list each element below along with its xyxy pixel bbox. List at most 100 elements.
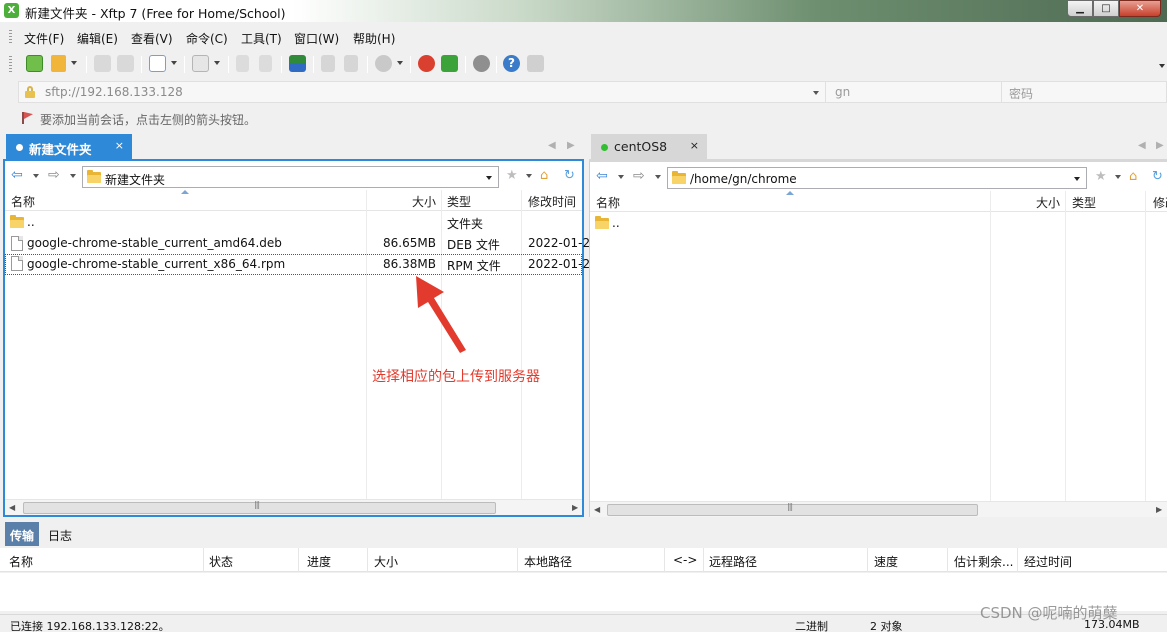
column-modified[interactable]: 修改 [1153, 194, 1167, 211]
tab-scroll-left-icon[interactable]: ◀ [548, 140, 556, 151]
column-type[interactable]: 类型 [1072, 194, 1096, 211]
new-window-icon[interactable] [149, 55, 166, 72]
column-local-path[interactable]: 本地路径 [524, 553, 572, 570]
maximize-button[interactable]: □ [1093, 0, 1119, 17]
transfer-icon[interactable] [289, 55, 306, 72]
column-speed[interactable]: 速度 [874, 553, 898, 570]
play-dropdown-caret[interactable] [214, 61, 220, 65]
tab-remote[interactable]: centOS8 × [591, 134, 707, 159]
menu-grip[interactable] [9, 30, 12, 45]
flag-icon[interactable] [22, 112, 33, 124]
column-name[interactable]: 名称 [11, 193, 35, 210]
record-dropdown-caret[interactable] [397, 61, 403, 65]
scroll-left-icon[interactable]: ◀ [594, 505, 600, 514]
gear-icon[interactable] [473, 55, 490, 72]
home-icon[interactable]: ⌂ [1129, 170, 1137, 184]
local-path-input[interactable]: 新建文件夹 [82, 166, 499, 188]
column-transfer-size[interactable]: 大小 [374, 553, 398, 570]
remote-horizontal-scrollbar[interactable]: ◀ ||| ▶ [590, 501, 1167, 517]
column-elapsed[interactable]: 经过时间 [1024, 553, 1072, 570]
tab-scroll-right-icon[interactable]: ▶ [1156, 140, 1164, 151]
home-icon[interactable]: ⌂ [540, 169, 548, 183]
path-dropdown-caret[interactable] [1074, 177, 1080, 181]
column-remote-path[interactable]: 远程路径 [709, 553, 757, 570]
menu-command[interactable]: 命令(C) [186, 30, 228, 47]
help-icon[interactable]: ? [503, 55, 520, 72]
local-horizontal-scrollbar[interactable]: ◀ ||| ▶ [5, 499, 582, 515]
scroll-right-icon[interactable]: ▶ [1156, 505, 1162, 514]
column-direction[interactable]: <-> [673, 553, 697, 567]
menu-window[interactable]: 窗口(W) [294, 30, 339, 47]
column-size[interactable]: 大小 [412, 193, 436, 210]
column-transfer-name[interactable]: 名称 [9, 553, 33, 570]
unlink-icon[interactable] [117, 55, 134, 72]
username-input[interactable]: gn [835, 85, 850, 99]
xshell-icon[interactable] [418, 55, 435, 72]
xftp-icon[interactable] [441, 55, 458, 72]
minimize-button[interactable]: ▁ [1067, 0, 1093, 17]
star-icon[interactable]: ★ [506, 169, 518, 183]
file-row-parent[interactable]: .. 文件夹 [5, 212, 582, 233]
toolbar-grip[interactable] [9, 56, 12, 73]
file-row-selected[interactable]: google-chrome-stable_current_x86_64.rpm … [5, 254, 590, 275]
address-input[interactable]: sftp://192.168.133.128 [45, 85, 183, 99]
back-arrow-icon[interactable]: ⇦ [11, 167, 23, 183]
status-objects: 2 对象 [870, 620, 903, 632]
tab-scroll-left-icon[interactable]: ◀ [1138, 140, 1146, 151]
chat-icon[interactable] [527, 55, 544, 72]
paste-icon[interactable] [259, 55, 272, 72]
tab-local[interactable]: 新建文件夹 × [6, 134, 132, 159]
scroll-left-icon[interactable]: ◀ [9, 503, 15, 512]
delete-icon[interactable] [321, 55, 335, 72]
password-input[interactable]: 密码 [1009, 85, 1033, 102]
window-dropdown-caret[interactable] [171, 61, 177, 65]
scroll-thumb[interactable] [607, 504, 978, 516]
menu-tools[interactable]: 工具(T) [241, 30, 282, 47]
menu-view[interactable]: 查看(V) [131, 30, 173, 47]
menu-help[interactable]: 帮助(H) [353, 30, 395, 47]
open-folder-icon[interactable] [51, 55, 66, 72]
refresh-icon[interactable] [344, 55, 358, 72]
address-dropdown-caret[interactable] [813, 91, 819, 95]
back-arrow-icon[interactable]: ⇦ [596, 168, 608, 184]
play-icon[interactable] [192, 55, 209, 72]
refresh-icon[interactable]: ↻ [564, 169, 575, 183]
scroll-right-icon[interactable]: ▶ [572, 503, 578, 512]
forward-arrow-icon[interactable]: ⇨ [633, 168, 645, 184]
tab-log[interactable]: 日志 [48, 522, 72, 546]
column-size[interactable]: 大小 [1036, 194, 1060, 211]
path-dropdown-caret[interactable] [486, 176, 492, 180]
column-name[interactable]: 名称 [596, 194, 620, 211]
record-icon[interactable] [375, 55, 392, 72]
star-icon[interactable]: ★ [1095, 170, 1107, 184]
back-dropdown-caret[interactable] [33, 174, 39, 178]
menu-file[interactable]: 文件(F) [24, 30, 64, 47]
file-row[interactable]: google-chrome-stable_current_amd64.deb 8… [5, 233, 590, 254]
close-button[interactable]: ✕ [1119, 0, 1161, 17]
bookmark-dropdown-caret[interactable] [1115, 175, 1121, 179]
menu-edit[interactable]: 编辑(E) [77, 30, 118, 47]
copy-icon[interactable] [236, 55, 249, 72]
tab-remote-close-icon[interactable]: × [690, 139, 699, 152]
open-dropdown-caret[interactable] [71, 61, 77, 65]
tab-transfer[interactable]: 传输 [5, 522, 39, 546]
tab-local-close-icon[interactable]: × [115, 139, 124, 152]
toolbar-overflow-caret[interactable] [1159, 64, 1165, 68]
back-dropdown-caret[interactable] [618, 175, 624, 179]
bookmark-dropdown-caret[interactable] [526, 174, 532, 178]
file-row-parent[interactable]: .. [590, 213, 1167, 234]
scroll-thumb[interactable] [23, 502, 496, 514]
forward-dropdown-caret[interactable] [655, 175, 661, 179]
column-modified[interactable]: 修改时间 [528, 193, 576, 210]
forward-dropdown-caret[interactable] [70, 174, 76, 178]
column-eta[interactable]: 估计剩余... [954, 553, 1013, 570]
link-icon[interactable] [94, 55, 111, 72]
new-session-icon[interactable] [26, 55, 43, 72]
column-transfer-status[interactable]: 状态 [209, 553, 233, 570]
refresh-icon[interactable]: ↻ [1152, 170, 1163, 184]
column-transfer-progress[interactable]: 进度 [307, 553, 331, 570]
tab-scroll-right-icon[interactable]: ▶ [567, 140, 575, 151]
remote-path-input[interactable]: /home/gn/chrome [667, 167, 1087, 189]
forward-arrow-icon[interactable]: ⇨ [48, 167, 60, 183]
column-type[interactable]: 类型 [447, 193, 471, 210]
